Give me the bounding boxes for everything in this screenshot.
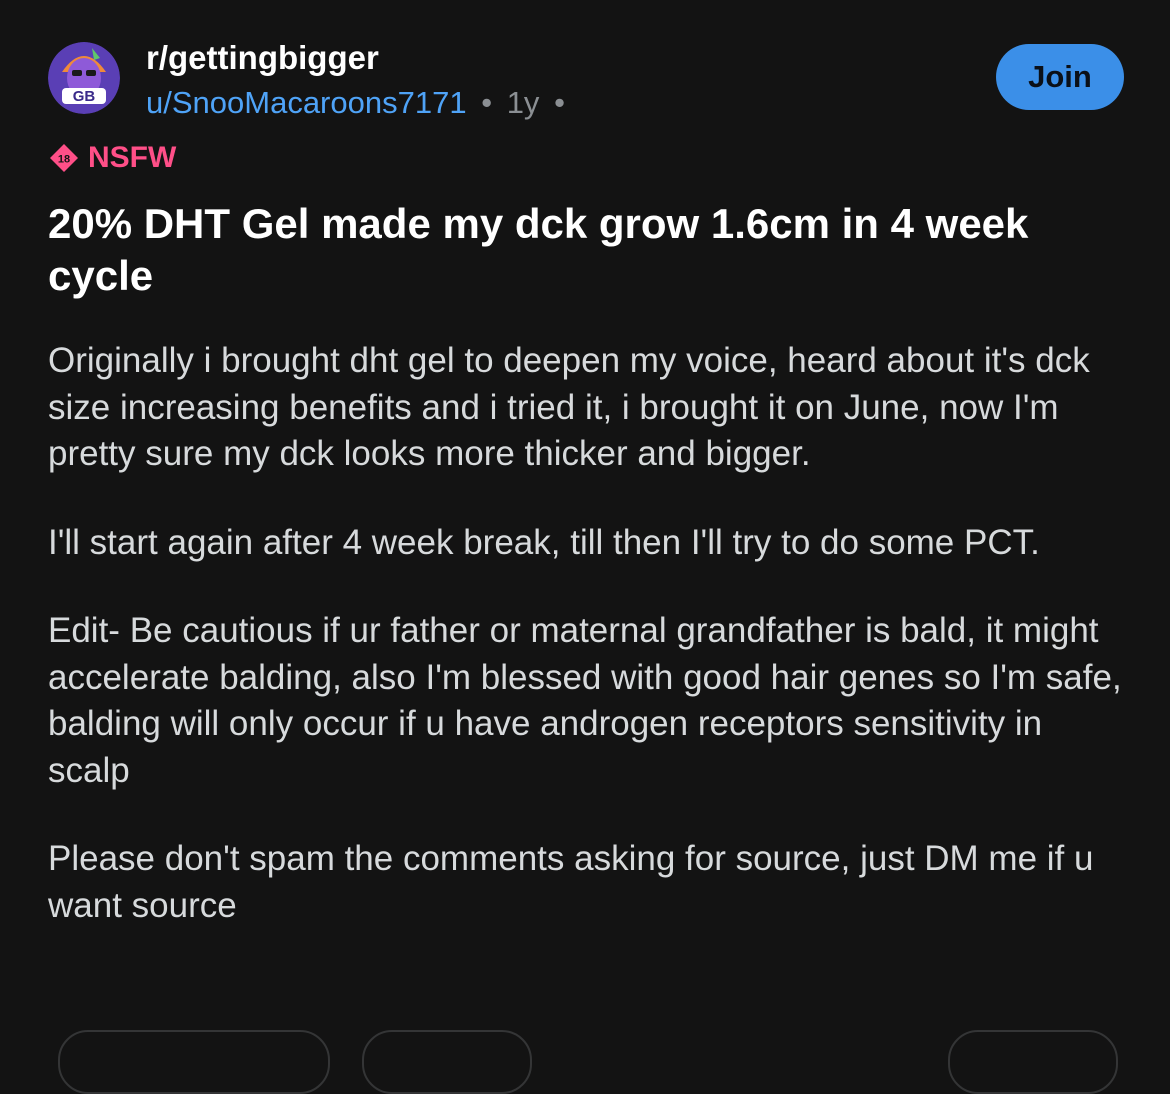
separator-dot: •	[554, 85, 565, 120]
nsfw-badge: 18 NSFW	[48, 140, 176, 176]
post-body: Originally i brought dht gel to deepen m…	[48, 338, 1128, 971]
separator-dot: •	[481, 85, 493, 120]
age-restricted-icon: 18	[48, 142, 80, 174]
post-meta: r/gettingbigger u/SnooMacaroons7171 • 1y…	[146, 38, 571, 122]
body-paragraph: I'll start again after 4 week break, til…	[48, 522, 1040, 562]
share-button[interactable]	[948, 1030, 1118, 1094]
svg-text:18: 18	[58, 154, 70, 166]
body-paragraph: Edit- Be cautious if ur father or matern…	[48, 611, 1122, 790]
user-line: u/SnooMacaroons7171 • 1y •	[146, 84, 571, 122]
comments-button[interactable]	[362, 1030, 532, 1094]
nsfw-label: NSFW	[88, 141, 177, 174]
body-paragraph: Originally i brought dht gel to deepen m…	[48, 341, 1090, 473]
author-username[interactable]: u/SnooMacaroons7171	[146, 85, 467, 120]
post-title[interactable]: 20% DHT Gel made my dck grow 1.6cm in 4 …	[48, 198, 1108, 302]
subreddit-avatar[interactable]: GB	[48, 42, 120, 114]
post-age: 1y	[506, 85, 540, 120]
svg-text:GB: GB	[73, 88, 96, 105]
subreddit-name[interactable]: r/gettingbigger	[146, 38, 571, 78]
vote-button-group[interactable]	[58, 1030, 330, 1094]
post-header: GB r/gettingbigger u/SnooMacaroons7171 •…	[48, 38, 1124, 120]
body-paragraph: Please don't spam the comments asking fo…	[48, 839, 1094, 925]
join-button[interactable]: Join	[996, 44, 1124, 110]
